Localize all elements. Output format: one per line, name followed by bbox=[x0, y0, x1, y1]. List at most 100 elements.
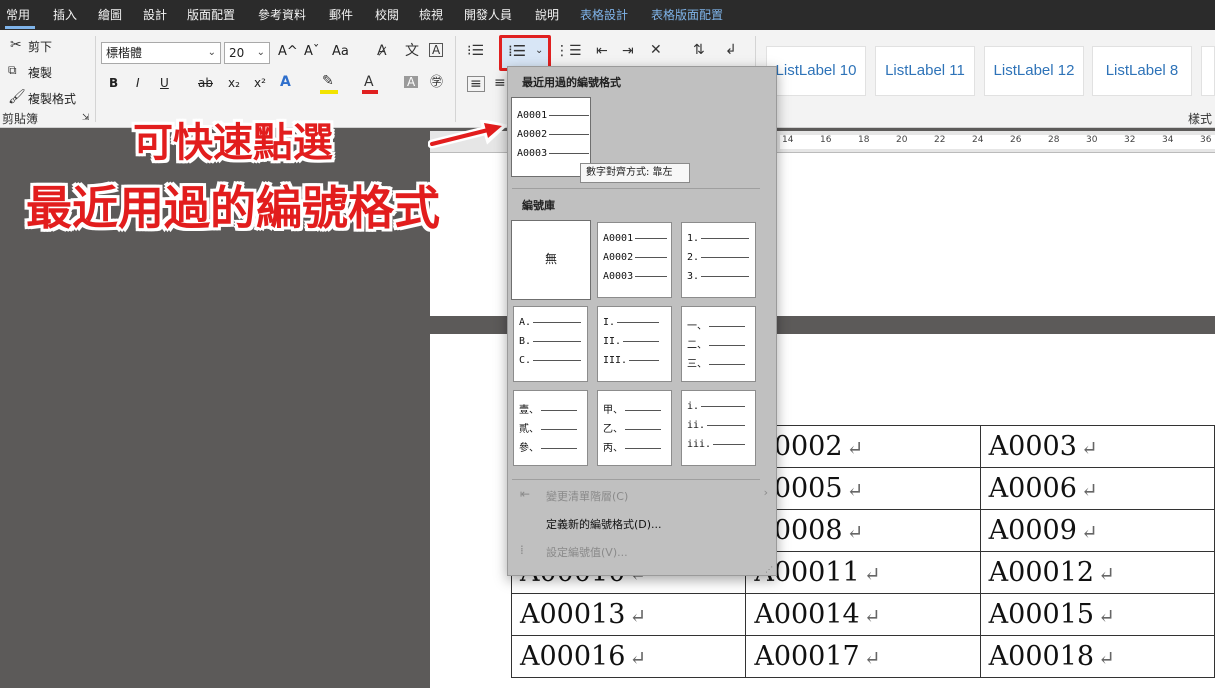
table-cell[interactable]: A0009 ↵ bbox=[979, 509, 1215, 552]
font-color-icon[interactable]: A bbox=[364, 75, 374, 89]
clear-format-icon[interactable]: A̷ bbox=[377, 44, 387, 58]
table-cell[interactable]: A00015 ↵ bbox=[979, 593, 1215, 636]
annotation-line-1: 可快速點選 bbox=[133, 120, 333, 166]
character-shading-icon[interactable]: A bbox=[404, 76, 419, 88]
numbering-library-tile[interactable]: A. B. C. bbox=[513, 306, 588, 382]
table-cell[interactable]: A00017 ↵ bbox=[745, 635, 981, 678]
style-next[interactable] bbox=[1201, 46, 1215, 96]
numbering-library-tile[interactable]: 一、 二、 三、 bbox=[681, 306, 756, 382]
align-left-icon[interactable]: ≡ bbox=[467, 76, 485, 92]
ruler-tick: 36 bbox=[1200, 135, 1212, 145]
character-border-icon[interactable]: A bbox=[429, 43, 444, 57]
phonetic-guide-icon[interactable]: 文 bbox=[405, 44, 419, 58]
table-cell[interactable]: A00011 ↵ bbox=[745, 551, 981, 594]
ruler-tick: 20 bbox=[896, 135, 908, 145]
divider bbox=[512, 188, 760, 189]
tab-review[interactable]: 校閱 bbox=[375, 0, 399, 30]
numbering-library-tile[interactable]: 壹、 貳、 參、 bbox=[513, 390, 588, 466]
enclose-characters-icon[interactable]: ㊫ bbox=[430, 76, 443, 89]
table-cell[interactable]: A00012 ↵ bbox=[979, 551, 1215, 594]
subscript-button[interactable]: x₂ bbox=[228, 76, 240, 90]
table-cell[interactable]: A00014 ↵ bbox=[745, 593, 981, 636]
table-cell[interactable]: A00013 ↵ bbox=[510, 593, 747, 636]
tab-developer[interactable]: 開發人員 bbox=[464, 0, 512, 30]
clipboard-group-label: 剪貼簿 bbox=[2, 112, 39, 126]
style-listlabel-8[interactable]: ListLabel 8 bbox=[1092, 46, 1192, 96]
paragraph-mark: ↵ bbox=[629, 604, 647, 628]
numbering-none-tile[interactable]: 無 bbox=[511, 220, 591, 300]
align-center-icon[interactable]: ≡ bbox=[494, 76, 506, 90]
paragraph-mark: ↵ bbox=[1098, 646, 1115, 670]
numbering-library-tile[interactable]: 1. 2. 3. bbox=[681, 222, 756, 298]
tab-view[interactable]: 檢視 bbox=[419, 0, 443, 30]
numbering-library-tile[interactable]: i. ii. iii. bbox=[681, 390, 756, 466]
define-new-number-format-item[interactable]: 定義新的編號格式(D)... bbox=[546, 516, 662, 532]
numbering-library-tile[interactable]: A0001 A0002 A0003 bbox=[597, 222, 672, 298]
highlighter-icon[interactable]: ✎ bbox=[322, 74, 334, 88]
tab-draw[interactable]: 繪圖 bbox=[98, 0, 122, 30]
sort-icon[interactable]: ⇅ bbox=[693, 43, 705, 57]
ruler-tick: 26 bbox=[1010, 135, 1022, 145]
style-listlabel-10[interactable]: ListLabel 10 bbox=[766, 46, 866, 96]
ruler-tick: 22 bbox=[934, 135, 946, 145]
font-name-select[interactable]: 標楷體 ⌄ bbox=[101, 42, 221, 64]
format-painter-button[interactable]: 複製格式 bbox=[28, 90, 76, 107]
tab-insert[interactable]: 插入 bbox=[53, 0, 77, 30]
increase-indent-icon[interactable]: ⇥ bbox=[622, 44, 634, 58]
numbering-library-tile[interactable]: 甲、 乙、 丙、 bbox=[597, 390, 672, 466]
dialog-launcher-icon[interactable]: ⇲ bbox=[82, 114, 90, 123]
paragraph-mark: ↵ bbox=[846, 520, 864, 544]
ruler-tick: 24 bbox=[972, 135, 984, 145]
ruler-tick: 28 bbox=[1048, 135, 1060, 145]
font-size-select[interactable]: 20 ⌄ bbox=[224, 42, 270, 64]
copy-button[interactable]: 複製 bbox=[28, 64, 52, 81]
paragraph-mark: ↵ bbox=[863, 562, 881, 586]
underline-button[interactable]: U bbox=[160, 76, 169, 90]
recent-format-tile[interactable]: A0001 A0002 A0003 bbox=[511, 97, 591, 177]
table-cell[interactable]: A0002 ↵ bbox=[745, 425, 981, 468]
paragraph-mark: ↵ bbox=[1098, 562, 1115, 586]
table-cell[interactable]: A0003 ↵ bbox=[979, 425, 1215, 468]
numbering-library-tile[interactable]: I. II. III. bbox=[597, 306, 672, 382]
table-cell[interactable]: A0008 ↵ bbox=[745, 509, 981, 552]
tab-table-design[interactable]: 表格設計 bbox=[580, 0, 628, 30]
chevron-down-icon: ⌄ bbox=[207, 47, 216, 58]
superscript-button[interactable]: x² bbox=[254, 76, 266, 90]
tab-mailings[interactable]: 郵件 bbox=[329, 0, 353, 30]
font-name-value: 標楷體 bbox=[106, 46, 143, 60]
numbering-icon: ⁞☰ bbox=[508, 42, 527, 60]
table-cell[interactable]: A0005 ↵ bbox=[745, 467, 981, 510]
table-cell[interactable]: A00018 ↵ bbox=[979, 635, 1215, 678]
grow-font-button[interactable]: A^ bbox=[278, 44, 298, 59]
strikethrough-button[interactable]: ab bbox=[198, 76, 213, 90]
set-numbering-value-icon: ⁞ bbox=[520, 543, 524, 557]
font-color-bar bbox=[362, 90, 378, 94]
change-case-button[interactable]: Aa bbox=[332, 44, 349, 59]
tab-help[interactable]: 說明 bbox=[535, 0, 559, 30]
table-cell[interactable]: A00016 ↵ bbox=[510, 635, 747, 678]
tab-references[interactable]: 參考資料 bbox=[258, 0, 306, 30]
tab-table-layout[interactable]: 表格版面配置 bbox=[651, 0, 723, 30]
italic-button[interactable]: I bbox=[136, 76, 140, 90]
decrease-indent-icon[interactable]: ⇤ bbox=[596, 44, 608, 58]
table-row: A00016 ↵ A00017 ↵ A00018 ↵ bbox=[510, 635, 1215, 678]
annotation-line-2: 最近用過的編號格式 bbox=[26, 181, 440, 235]
active-tab-indicator bbox=[5, 26, 35, 29]
style-listlabel-12[interactable]: ListLabel 12 bbox=[984, 46, 1084, 96]
ruler-tick: 32 bbox=[1124, 135, 1136, 145]
multilevel-list-icon[interactable]: ⋮☰ bbox=[555, 44, 582, 58]
numbering-library-dropdown: 最近用過的編號格式 A0001 A0002 A0003 編號庫 無 A0001 … bbox=[507, 66, 777, 576]
show-marks-icon[interactable]: ↲ bbox=[725, 43, 737, 57]
bullets-icon[interactable]: ⁝☰ bbox=[467, 44, 484, 58]
cut-button[interactable]: 剪下 bbox=[28, 38, 52, 55]
chevron-down-icon: ⌄ bbox=[535, 45, 544, 56]
bold-button[interactable]: B bbox=[109, 76, 118, 90]
shrink-font-button[interactable]: Aˇ bbox=[304, 44, 319, 59]
tab-design[interactable]: 設計 bbox=[143, 0, 167, 30]
text-effects-icon[interactable]: A bbox=[280, 75, 291, 89]
table-cell[interactable]: A0006 ↵ bbox=[979, 467, 1215, 510]
resize-grip-icon[interactable]: ⋰ bbox=[765, 565, 773, 574]
asian-layout-icon[interactable]: ✕ bbox=[650, 43, 662, 57]
style-listlabel-11[interactable]: ListLabel 11 bbox=[875, 46, 975, 96]
tab-layout[interactable]: 版面配置 bbox=[187, 0, 235, 30]
